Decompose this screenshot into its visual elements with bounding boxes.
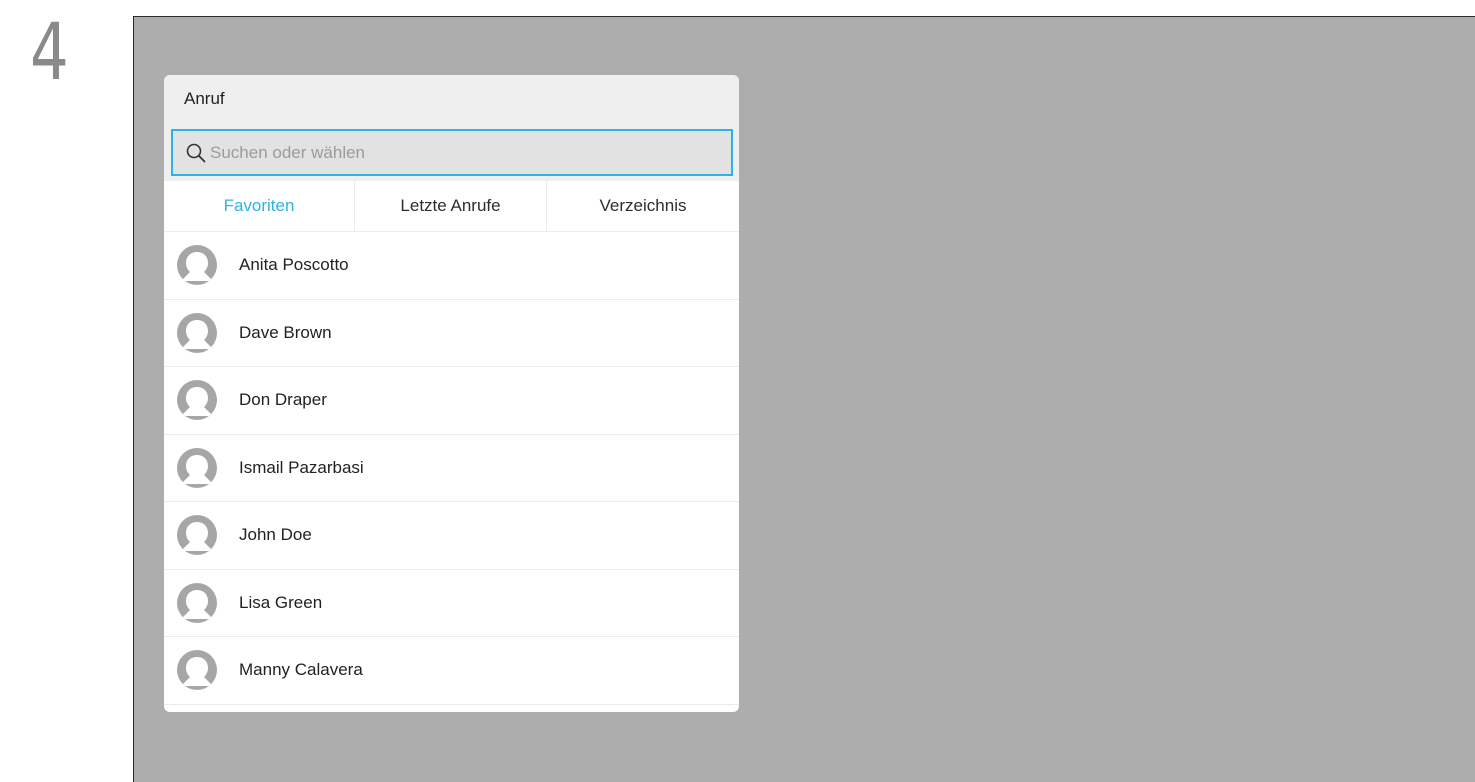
person-icon: [177, 515, 217, 556]
contact-item[interactable]: Don Draper: [164, 367, 739, 435]
contact-name: Anita Poscotto: [239, 255, 349, 275]
contact-name: Ismail Pazarbasi: [239, 457, 364, 477]
dialog-title: Anruf: [184, 89, 225, 108]
search-input[interactable]: [210, 137, 710, 168]
tab-bar: Favoriten Letzte Anrufe Verzeichnis: [164, 181, 739, 232]
tab-letzte-anrufe[interactable]: Letzte Anrufe: [355, 181, 547, 231]
contact-name: Don Draper: [239, 390, 327, 410]
person-icon: [177, 447, 217, 488]
contact-item[interactable]: Dave Brown: [164, 300, 739, 367]
person-icon: [177, 380, 217, 421]
person-icon: [177, 245, 217, 286]
dialog-header: Anruf: [164, 75, 739, 181]
contact-name: Dave Brown: [239, 322, 332, 342]
person-icon: [177, 582, 217, 623]
contact-name: John Doe: [239, 525, 312, 545]
contact-item[interactable]: Lisa Green: [164, 570, 739, 637]
contact-list: Anita Poscotto Dave Brown Don Draper Ism…: [164, 232, 739, 705]
person-icon: [177, 312, 217, 353]
contact-name: Manny Calavera: [239, 660, 363, 680]
call-dialog: Anruf Favoriten Letzte Anrufe Verzeichni…: [164, 75, 739, 712]
tab-favoriten[interactable]: Favoriten: [164, 181, 355, 231]
contact-item[interactable]: John Doe: [164, 502, 739, 570]
person-icon: [177, 650, 217, 691]
contact-name: Lisa Green: [239, 592, 323, 612]
contact-item[interactable]: Anita Poscotto: [164, 232, 739, 300]
contact-item[interactable]: Manny Calavera: [164, 637, 739, 705]
contact-item[interactable]: Ismail Pazarbasi: [164, 435, 739, 502]
step-number: 4: [30, 8, 69, 98]
search-box[interactable]: [171, 129, 733, 176]
search-icon: [186, 143, 206, 163]
tab-verzeichnis[interactable]: Verzeichnis: [547, 181, 739, 231]
